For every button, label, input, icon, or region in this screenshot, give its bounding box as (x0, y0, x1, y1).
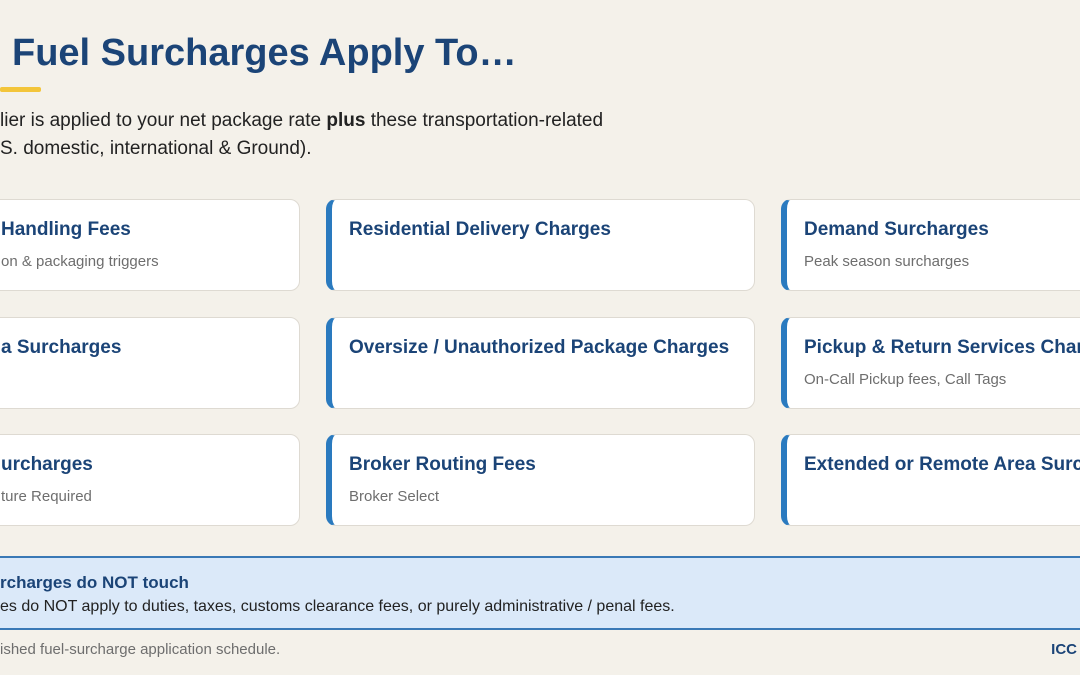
card-title: Handling Fees (1, 219, 131, 240)
card-subtitle: Peak season surcharges (804, 253, 970, 270)
card-subtitle: on & packaging triggers (1, 253, 159, 270)
card-area-surcharges: a Surcharges (0, 317, 300, 409)
card-title: Demand Surcharges (804, 219, 989, 240)
card-pickup-return: Pickup & Return Services Charg On-Call P… (781, 317, 1080, 409)
intro-line-1-prefix: lier is applied to your net package rate (0, 110, 327, 131)
card-title: Broker Routing Fees (349, 454, 536, 475)
intro-line-1: lier is applied to your net package rate… (0, 107, 603, 135)
card-oversize-charges: Oversize / Unauthorized Package Charges (326, 317, 755, 409)
card-title: Extended or Remote Area Surch (804, 454, 1080, 475)
card-title: urcharges (1, 454, 93, 475)
card-title: a Surcharges (1, 337, 122, 358)
card-signature-surcharges: urcharges ture Required (0, 434, 300, 526)
card-broker-routing: Broker Routing Fees Broker Select (326, 434, 755, 526)
intro-line-1-suffix: these transportation-related (365, 110, 604, 131)
card-title: Oversize / Unauthorized Package Charges (349, 337, 730, 358)
card-title: Pickup & Return Services Charg (804, 337, 1080, 358)
card-handling-fees: Handling Fees on & packaging triggers (0, 199, 300, 291)
page-title: Fuel Surcharges Apply To… (12, 32, 517, 74)
callout-title: rcharges do NOT touch (0, 573, 189, 592)
exclusions-callout: rcharges do NOT touch es do NOT apply to… (0, 556, 1080, 630)
title-underline (0, 87, 41, 92)
card-extended-remote-area: Extended or Remote Area Surch (781, 434, 1080, 526)
intro-line-2: S. domestic, international & Ground). (0, 138, 312, 159)
footer-brand: ICC (1051, 641, 1077, 658)
card-subtitle: Broker Select (349, 488, 440, 505)
card-demand-surcharges: Demand Surcharges Peak season surcharges (781, 199, 1080, 291)
callout-body: es do NOT apply to duties, taxes, custom… (0, 598, 675, 615)
intro-line-1-bold: plus (326, 110, 366, 131)
card-subtitle: ture Required (1, 488, 92, 505)
card-title: Residential Delivery Charges (349, 219, 611, 240)
footer-note: ished fuel-surcharge application schedul… (0, 641, 281, 658)
card-subtitle: On-Call Pickup fees, Call Tags (804, 371, 1007, 388)
intro-text: lier is applied to your net package rate… (0, 107, 603, 163)
card-residential-delivery: Residential Delivery Charges (326, 199, 755, 291)
